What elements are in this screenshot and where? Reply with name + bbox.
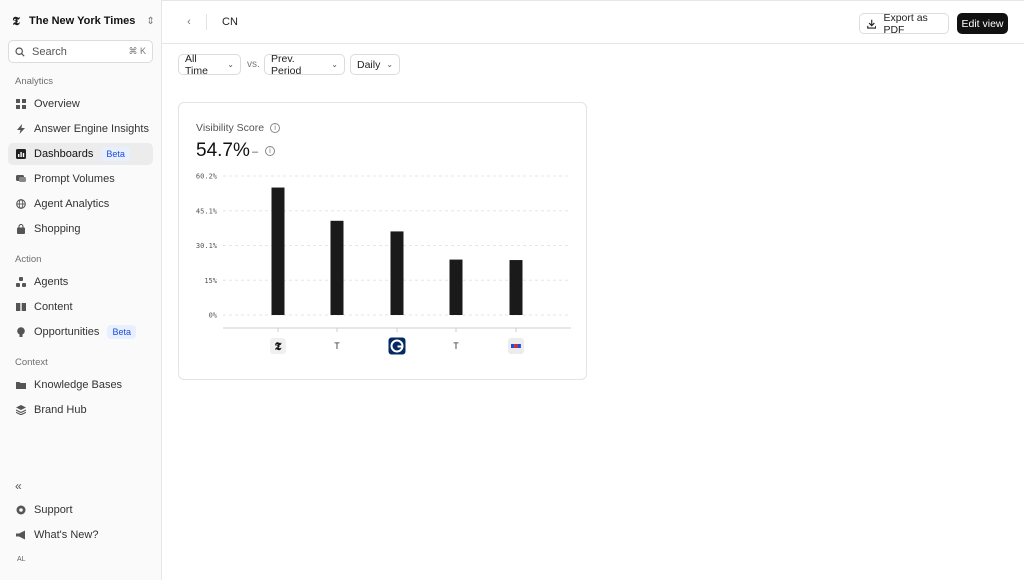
- chevron-down-icon: ⌄: [227, 60, 234, 69]
- chat-icon: [16, 174, 26, 184]
- chart-bar: [330, 220, 344, 315]
- sidebar-item-label: Brand Hub: [34, 404, 87, 416]
- folder-icon: [16, 380, 26, 390]
- section-label-action: Action: [15, 254, 42, 265]
- brand-name: The New York Times: [29, 15, 136, 27]
- sidebar-item-label: Prompt Volumes: [34, 173, 115, 185]
- download-icon: [867, 19, 877, 29]
- megaphone-icon: [16, 530, 26, 540]
- user-avatar[interactable]: AL: [17, 556, 26, 563]
- y-tick-label: 15%: [204, 277, 217, 285]
- sidebar-item-label: Agent Analytics: [34, 198, 110, 210]
- sidebar-item-prompt-volumes[interactable]: Prompt Volumes: [8, 168, 153, 190]
- y-tick-label: 45.1%: [196, 207, 218, 215]
- sidebar-item-label: Agents: [34, 276, 69, 288]
- chart-icon: [16, 149, 26, 159]
- visibility-score-card: Visibility Score i 54.7% – i 0% 15% 30.1% 4…: [178, 102, 587, 380]
- flag-logo-stripe: [517, 344, 521, 348]
- sidebar-item-shopping[interactable]: Shopping: [8, 218, 153, 240]
- chart-bar: [271, 187, 285, 315]
- chevron-down-icon: ⌄: [331, 60, 338, 69]
- sidebar-item-answer-engine-insights[interactable]: Answer Engine Insights: [8, 118, 153, 140]
- flag-logo-stripe: [514, 344, 518, 348]
- support-icon: [16, 505, 26, 515]
- sidebar-item-label: Support: [34, 504, 73, 516]
- brand-switcher[interactable]: 𝕿 The New York Times ⇕: [10, 10, 155, 32]
- bag-icon: [16, 224, 26, 234]
- agents-icon: [16, 277, 26, 287]
- beta-badge: Beta: [107, 325, 136, 339]
- chart-bar: [509, 260, 523, 315]
- granularity-value: Daily: [357, 58, 381, 71]
- date-range-value: All Time: [185, 52, 208, 77]
- layers-icon: [16, 405, 26, 415]
- sidebar: 𝕿 The New York Times ⇕ Search ⌘ K Analyt…: [0, 0, 162, 580]
- chevron-down-icon: ⌄: [386, 60, 394, 69]
- search-icon: [15, 46, 25, 57]
- section-label-analytics: Analytics: [15, 76, 54, 87]
- search-placeholder: Search: [32, 45, 67, 58]
- sidebar-item-label: Dashboards: [34, 148, 94, 160]
- sidebar-item-label: Answer Engine Insights: [34, 123, 149, 135]
- guardian-logo-bar: [397, 345, 403, 348]
- vs-label: vs.: [247, 59, 260, 70]
- sidebar-item-label: Opportunities: [34, 326, 100, 338]
- sidebar-item-brand-hub[interactable]: Brand Hub: [8, 399, 153, 421]
- comparison-select[interactable]: Prev. Period ⌄: [264, 52, 345, 77]
- collapse-sidebar-button[interactable]: «: [15, 479, 22, 493]
- export-pdf-label: Export as PDF: [883, 11, 928, 36]
- page-header: ‹ CN Export as PDF Edit view: [162, 0, 1024, 44]
- grid-icon: [16, 99, 26, 109]
- bulb-icon: [16, 327, 26, 337]
- sidebar-item-agent-analytics[interactable]: Agent Analytics: [8, 193, 153, 215]
- category-label: T: [453, 341, 459, 351]
- chart-bar: [390, 231, 404, 315]
- y-tick-label: 0%: [209, 312, 218, 320]
- book-icon: [16, 302, 26, 312]
- bolt-icon: [16, 124, 26, 134]
- section-label-context: Context: [15, 357, 48, 368]
- granularity-select[interactable]: Daily ⌄: [350, 54, 400, 75]
- y-tick-label: 30.1%: [196, 242, 218, 250]
- sidebar-item-label: Knowledge Bases: [34, 379, 123, 391]
- sidebar-item-content[interactable]: Content: [8, 296, 153, 318]
- sidebar-item-knowledge-bases[interactable]: Knowledge Bases: [8, 374, 153, 396]
- chart-bar: [449, 259, 463, 315]
- sidebar-item-whats-new[interactable]: What's New?: [8, 524, 153, 546]
- sidebar-item-label: Overview: [34, 98, 80, 110]
- sidebar-item-label: Shopping: [34, 223, 81, 235]
- sidebar-item-label: What's New?: [34, 529, 99, 541]
- sidebar-item-overview[interactable]: Overview: [8, 93, 153, 115]
- page-title: CN: [222, 16, 238, 28]
- sidebar-item-opportunities[interactable]: Opportunities Beta: [8, 321, 153, 343]
- back-button[interactable]: ‹: [182, 15, 196, 29]
- date-range-select[interactable]: All Time ⌄: [178, 52, 241, 77]
- category-label: T: [334, 341, 340, 351]
- search-shortcut: ⌘ K: [128, 46, 146, 56]
- header-divider: [206, 14, 207, 30]
- nyt-logo-icon: 𝕿: [12, 13, 20, 28]
- globe-icon: [16, 199, 26, 209]
- edit-view-button[interactable]: Edit view: [957, 13, 1008, 34]
- beta-badge: Beta: [101, 147, 130, 161]
- export-pdf-button[interactable]: Export as PDF: [859, 11, 949, 36]
- search-input[interactable]: Search ⌘ K: [8, 40, 153, 63]
- nyt-logo-glyph: 𝕿: [275, 340, 282, 353]
- visibility-bar-chart: 0% 15% 30.1% 45.1% 60.2% 𝕿 T T: [196, 173, 571, 355]
- sidebar-item-dashboards[interactable]: Dashboards Beta: [8, 143, 153, 165]
- sidebar-item-agents[interactable]: Agents: [8, 271, 153, 293]
- comparison-value: Prev. Period: [271, 52, 302, 77]
- y-tick-label: 60.2%: [196, 173, 218, 181]
- sidebar-item-support[interactable]: Support: [8, 499, 153, 521]
- sidebar-item-label: Content: [34, 301, 73, 313]
- chevron-updown-icon: ⇕: [146, 15, 155, 27]
- flag-logo-stripe: [511, 344, 515, 348]
